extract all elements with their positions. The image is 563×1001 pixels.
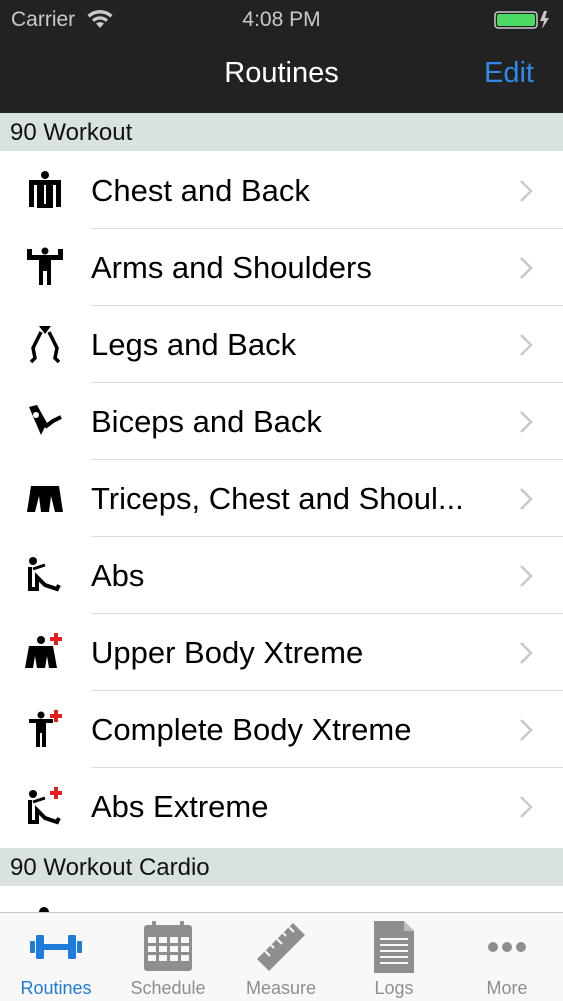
routine-row-complete-body-xtreme[interactable]: Complete Body Xtreme <box>0 691 563 768</box>
upper-body-xtreme-icon <box>25 633 62 668</box>
routine-label: Abs <box>91 558 145 593</box>
routine-label: Legs and Back <box>91 327 297 362</box>
tab-label: Routines <box>20 978 92 998</box>
routine-label: Abs Extreme <box>91 789 269 824</box>
more-icon <box>488 942 526 952</box>
tab-label: Schedule <box>130 978 206 998</box>
document-icon <box>374 921 414 973</box>
tab-more[interactable]: More <box>451 913 563 1001</box>
chevron-right-icon <box>520 257 533 279</box>
abs-extreme-icon <box>28 787 62 825</box>
routine-list: Chest and Back Arms and Shoulders Legs a… <box>0 152 563 845</box>
chevron-right-icon <box>520 719 533 741</box>
arms-shoulders-icon <box>27 247 63 285</box>
routine-row-biceps-and-back[interactable]: Biceps and Back <box>0 383 563 460</box>
navigation-bar: Routines Edit <box>0 40 563 113</box>
chevron-right-icon <box>520 488 533 510</box>
section-title: 90 Workout <box>10 119 133 146</box>
biceps-back-icon <box>29 405 62 435</box>
routine-label: Arms and Shoulders <box>91 250 372 285</box>
edit-button[interactable]: Edit <box>484 57 534 90</box>
triceps-chest-icon <box>27 486 63 512</box>
tab-schedule[interactable]: Schedule <box>112 913 224 1001</box>
routine-row-chest-and-back[interactable]: Chest and Back <box>0 152 563 229</box>
tab-logs[interactable]: Logs <box>338 913 450 1001</box>
section-title: 90 Workout Cardio <box>10 854 210 881</box>
routine-label: Triceps, Chest and Shoul... <box>91 481 464 516</box>
routine-label: Complete Body Xtreme <box>91 712 412 747</box>
routine-row-arms-and-shoulders[interactable]: Arms and Shoulders <box>0 229 563 306</box>
tab-label: Logs <box>374 978 414 998</box>
routine-row-partial[interactable] <box>0 886 563 912</box>
routine-label: Biceps and Back <box>91 404 322 439</box>
chest-back-icon <box>29 171 61 208</box>
abs-icon <box>28 557 61 592</box>
tab-label: Measure <box>245 978 317 998</box>
section-header-90-workout: 90 Workout <box>0 113 563 151</box>
ruler-icon <box>257 923 305 971</box>
cardio-routine-icon <box>39 907 49 912</box>
chevron-right-icon <box>520 796 533 818</box>
status-time: 4:08 PM <box>242 8 321 31</box>
routine-row-abs[interactable]: Abs <box>0 537 563 614</box>
chevron-right-icon <box>520 180 533 202</box>
legs-back-icon <box>29 326 61 364</box>
routine-label: Upper Body Xtreme <box>91 635 364 670</box>
routine-row-legs-and-back[interactable]: Legs and Back <box>0 306 563 383</box>
tab-routines[interactable]: Routines <box>0 913 112 1001</box>
routine-label: Chest and Back <box>91 173 310 208</box>
section-header-90-workout-cardio: 90 Workout Cardio <box>0 848 563 886</box>
chevron-right-icon <box>520 642 533 664</box>
battery-icon <box>494 11 549 29</box>
tab-bar: Routines Schedule Measure Logs More <box>0 912 563 1001</box>
tab-label: More <box>486 978 528 998</box>
chevron-right-icon <box>520 565 533 587</box>
tab-measure[interactable]: Measure <box>225 913 337 1001</box>
complete-body-xtreme-icon <box>29 710 62 747</box>
dumbbell-icon <box>30 935 82 959</box>
page-title: Routines <box>224 57 339 89</box>
status-bar: Carrier 4:08 PM <box>0 0 563 40</box>
routine-row-upper-body-xtreme[interactable]: Upper Body Xtreme <box>0 614 563 691</box>
calendar-icon <box>144 921 192 971</box>
chevron-right-icon <box>520 411 533 433</box>
chevron-right-icon <box>520 334 533 356</box>
routine-row-triceps-chest-shoulders[interactable]: Triceps, Chest and Shoul... <box>0 460 563 537</box>
routine-row-abs-extreme[interactable]: Abs Extreme <box>0 768 563 845</box>
